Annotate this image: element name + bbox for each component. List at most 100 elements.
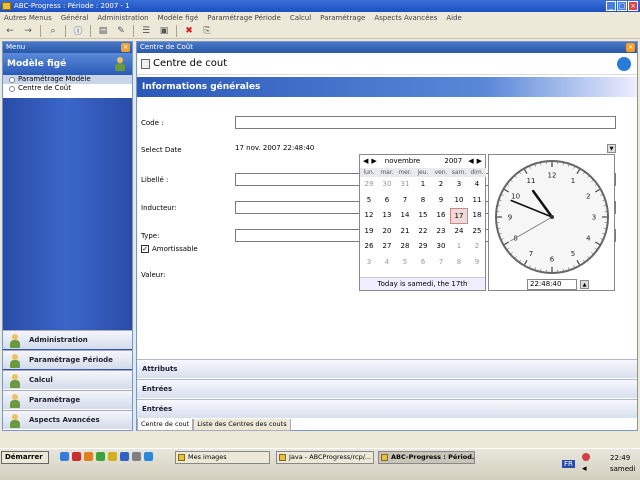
calendar-footer[interactable]: Today is samedi, the 17th bbox=[360, 277, 485, 290]
calendar-day[interactable]: 29 bbox=[414, 239, 432, 255]
calendar-day[interactable]: 26 bbox=[360, 239, 378, 255]
nav-parametrage-periode[interactable]: Paramétrage Période bbox=[3, 350, 132, 369]
menu-aspects-avancees[interactable]: Aspects Avancées bbox=[374, 14, 437, 22]
delete-icon[interactable]: ✖ bbox=[183, 25, 195, 37]
prev-month-icon[interactable]: ▶ bbox=[371, 155, 376, 168]
accordion-attributs[interactable]: Attributs bbox=[137, 359, 637, 378]
clock-time[interactable]: 22:49 bbox=[610, 454, 630, 462]
app-icon[interactable] bbox=[96, 452, 105, 461]
menu-calcul[interactable]: Calcul bbox=[290, 14, 311, 22]
calendar-year[interactable]: 2007 bbox=[444, 155, 462, 168]
calendar-day[interactable]: 24 bbox=[450, 224, 468, 240]
minimize-button[interactable]: _ bbox=[606, 1, 616, 11]
calendar-day[interactable]: 30 bbox=[378, 177, 396, 193]
calendar-day[interactable]: 17 bbox=[450, 208, 468, 224]
calendar-day[interactable]: 31 bbox=[396, 177, 414, 193]
warning-icon[interactable] bbox=[582, 453, 590, 461]
calendar-day[interactable]: 4 bbox=[378, 255, 396, 271]
tree-item-parametrage-modele[interactable]: Paramétrage Modèle bbox=[3, 75, 132, 84]
browser-icon[interactable] bbox=[60, 452, 69, 461]
accordion-entrees[interactable]: Entrées bbox=[137, 379, 637, 398]
calendar-day[interactable]: 8 bbox=[450, 255, 468, 271]
calendar-day[interactable]: 5 bbox=[360, 193, 378, 209]
prev-year-icon[interactable]: ◀ bbox=[363, 155, 368, 168]
task-abc-progress[interactable]: ABC-Progress : Périod... bbox=[378, 451, 475, 464]
star-icon[interactable] bbox=[120, 452, 129, 461]
calendar-day[interactable]: 10 bbox=[450, 193, 468, 209]
calendar-day[interactable]: 6 bbox=[414, 255, 432, 271]
calendar-day[interactable]: 18 bbox=[468, 208, 486, 224]
menu-parametrage-periode[interactable]: Paramétrage Période bbox=[207, 14, 281, 22]
window-title-bar[interactable]: ABC-Progress : Période : 2007 - 1 _ □ × bbox=[0, 0, 640, 12]
nav-calcul[interactable]: Calcul bbox=[3, 370, 132, 389]
time-input[interactable]: 22:48:40 bbox=[527, 279, 577, 290]
time-spinner-button[interactable]: ▲ bbox=[580, 280, 589, 289]
calendar-day[interactable]: 22 bbox=[414, 224, 432, 240]
calendar-day[interactable]: 6 bbox=[378, 193, 396, 209]
calendar-day[interactable]: 1 bbox=[414, 177, 432, 193]
menu-aide[interactable]: Aide bbox=[446, 14, 461, 22]
calendar-day[interactable]: 5 bbox=[396, 255, 414, 271]
network-icon[interactable] bbox=[144, 452, 153, 461]
menu-parametrage[interactable]: Paramétrage bbox=[320, 14, 365, 22]
media-icon[interactable] bbox=[72, 452, 81, 461]
date-value[interactable]: 17 nov. 2007 22:48:40 bbox=[235, 144, 314, 152]
menu-administration[interactable]: Administration bbox=[97, 14, 148, 22]
menu-autres-menus[interactable]: Autres Menus bbox=[4, 14, 52, 22]
calendar-day[interactable]: 3 bbox=[450, 177, 468, 193]
close-icon[interactable]: × bbox=[626, 43, 635, 52]
calendar-day[interactable]: 12 bbox=[360, 208, 378, 224]
calendar-day[interactable]: 16 bbox=[432, 208, 450, 224]
close-icon[interactable]: × bbox=[121, 43, 130, 52]
calendar-day[interactable]: 9 bbox=[432, 193, 450, 209]
calendar-day[interactable]: 15 bbox=[414, 208, 432, 224]
accordion-entrees-2[interactable]: Entrées bbox=[137, 399, 637, 418]
nav-aspects-avancees[interactable]: Aspects Avancées bbox=[3, 410, 132, 429]
calendar-day[interactable]: 20 bbox=[378, 224, 396, 240]
calendar-day[interactable]: 23 bbox=[432, 224, 450, 240]
nav-administration[interactable]: Administration bbox=[3, 330, 132, 349]
language-indicator[interactable]: FR bbox=[562, 460, 575, 468]
calendar-day[interactable]: 8 bbox=[414, 193, 432, 209]
calendar-day[interactable]: 7 bbox=[396, 193, 414, 209]
pencil-icon[interactable]: ✎ bbox=[115, 25, 127, 37]
menu-general[interactable]: Général bbox=[61, 14, 89, 22]
calendar-day[interactable]: 4 bbox=[468, 177, 486, 193]
calendar-day[interactable]: 29 bbox=[360, 177, 378, 193]
speaker-icon[interactable]: ◂ bbox=[582, 464, 587, 474]
info-icon[interactable]: ⓘ bbox=[72, 25, 84, 37]
calendar-day[interactable]: 21 bbox=[396, 224, 414, 240]
date-dropdown-button[interactable]: ▼ bbox=[607, 144, 616, 153]
start-button[interactable]: Démarrer bbox=[1, 451, 49, 464]
code-input[interactable] bbox=[235, 116, 616, 129]
list-icon[interactable]: ☰ bbox=[140, 25, 152, 37]
task-mes-images[interactable]: Mes images bbox=[175, 451, 270, 464]
next-month-icon[interactable]: ◀ bbox=[468, 155, 473, 168]
tab-liste-centres[interactable]: Liste des Centres des couts bbox=[193, 419, 291, 431]
calendar-month[interactable]: novembre bbox=[385, 155, 445, 168]
maximize-button[interactable]: □ bbox=[617, 1, 627, 11]
menu-modele-fige[interactable]: Modèle figé bbox=[158, 14, 199, 22]
calendar-day[interactable]: 28 bbox=[396, 239, 414, 255]
folder-icon[interactable] bbox=[108, 452, 117, 461]
amortissable-checkbox[interactable]: ✓ bbox=[141, 245, 149, 253]
calendar-day[interactable]: 2 bbox=[468, 239, 486, 255]
calendar-day[interactable]: 25 bbox=[468, 224, 486, 240]
firefox-icon[interactable] bbox=[84, 452, 93, 461]
save-icon[interactable]: ▣ bbox=[158, 25, 170, 37]
close-window-button[interactable]: × bbox=[628, 1, 638, 11]
calendar-day[interactable]: 14 bbox=[396, 208, 414, 224]
next-year-icon[interactable]: ▶ bbox=[477, 155, 482, 168]
calendar-day[interactable]: 27 bbox=[378, 239, 396, 255]
calendar-day[interactable]: 1 bbox=[450, 239, 468, 255]
forward-arrow-icon[interactable]: → bbox=[22, 25, 34, 37]
calendar-day[interactable]: 2 bbox=[432, 177, 450, 193]
calendar-day[interactable]: 3 bbox=[360, 255, 378, 271]
calendar-day[interactable]: 9 bbox=[468, 255, 486, 271]
calendar-day[interactable]: 19 bbox=[360, 224, 378, 240]
exit-icon[interactable]: ⎘ bbox=[201, 25, 213, 37]
calendar-day[interactable]: 13 bbox=[378, 208, 396, 224]
tree-item-centre-de-cout[interactable]: Centre de Coût bbox=[3, 84, 132, 93]
calendar-day[interactable]: 11 bbox=[468, 193, 486, 209]
tab-centre-de-cout[interactable]: Centre de cout bbox=[137, 419, 194, 431]
